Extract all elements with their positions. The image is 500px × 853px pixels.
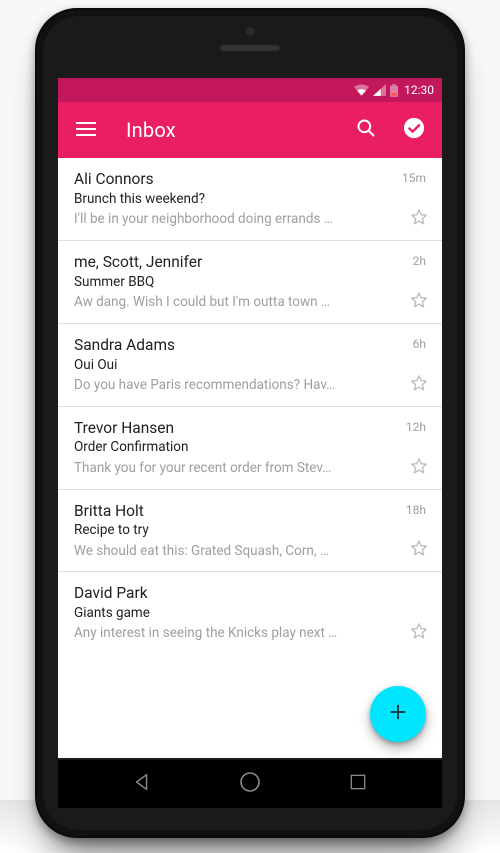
email-sender: Sandra Adams — [74, 337, 426, 355]
star-outline-icon — [409, 290, 429, 314]
star-outline-icon — [409, 621, 429, 645]
email-subject: Giants game — [74, 605, 426, 621]
system-nav-bar — [58, 760, 442, 808]
email-row[interactable]: David Park Giants game Any interest in see… — [58, 572, 442, 654]
email-preview: Do you have Paris recommendations? Hav… — [74, 377, 426, 394]
email-row[interactable]: Ali Connors Brunch this weekend? I'll be i… — [58, 158, 442, 241]
star-outline-icon — [409, 207, 429, 231]
email-sender: me, Scott, Jennifer — [74, 254, 426, 272]
phone-bezel: 12:30 Inbox — [43, 16, 457, 830]
email-preview: We should eat this: Grated Squash, Corn,… — [74, 543, 426, 560]
email-time: 6h — [413, 337, 426, 351]
star-button[interactable] — [408, 457, 430, 479]
nav-recent-button[interactable] — [344, 770, 372, 798]
wifi-icon — [354, 84, 369, 96]
email-preview: Aw dang. Wish I could but I'm outta town… — [74, 294, 426, 311]
star-outline-icon — [409, 538, 429, 562]
email-preview: Thank you for your recent order from Ste… — [74, 460, 426, 477]
star-outline-icon — [409, 373, 429, 397]
email-sender: David Park — [74, 585, 426, 603]
email-subject: Order Confirmation — [74, 439, 426, 455]
email-subject: Brunch this weekend? — [74, 191, 426, 207]
hamburger-icon — [76, 121, 96, 140]
email-time: 12h — [406, 420, 426, 434]
email-row[interactable]: Britta HoltRecipe to try We should eat th… — [58, 490, 442, 573]
email-preview: I'll be in your neighborhood doing erran… — [74, 211, 426, 228]
plus-icon — [387, 701, 409, 727]
star-outline-icon — [409, 456, 429, 480]
recent-square-icon — [348, 772, 368, 796]
proximity-sensor — [246, 27, 255, 36]
email-row[interactable]: Trevor HansenOrder Confirmation Thank you… — [58, 407, 442, 490]
cell-signal-icon — [373, 84, 386, 96]
email-sender: Britta Holt — [74, 503, 426, 521]
search-button[interactable] — [354, 118, 378, 142]
star-button[interactable] — [408, 374, 430, 396]
email-row[interactable]: Sandra Adams Oui Oui Do you have Paris rec… — [58, 324, 442, 407]
email-time: 15m — [402, 171, 426, 185]
email-row[interactable]: me, Scott, Jennifer Summer BBQ Aw dang. Wi… — [58, 241, 442, 324]
email-subject: Summer BBQ — [74, 274, 426, 290]
email-list: Ali Connors Brunch this weekend? I'll be i… — [58, 158, 442, 654]
select-all-button[interactable] — [402, 118, 426, 142]
email-preview: Any interest in seeing the Knicks play n… — [74, 625, 426, 642]
email-sender: Ali Connors — [74, 171, 426, 189]
status-bar: 12:30 — [58, 78, 442, 102]
status-clock: 12:30 — [404, 83, 434, 97]
page-title: Inbox — [126, 118, 326, 142]
star-button[interactable] — [408, 622, 430, 644]
nav-back-button[interactable] — [128, 770, 156, 798]
email-time: 2h — [413, 254, 426, 268]
check-circle-icon — [403, 117, 425, 143]
app-bar: Inbox — [58, 102, 442, 158]
menu-button[interactable] — [74, 118, 98, 142]
screen: 12:30 Inbox — [58, 78, 442, 758]
phone-speaker — [219, 44, 281, 52]
phone-frame: 12:30 Inbox — [35, 8, 465, 838]
email-time: 18h — [406, 503, 426, 517]
star-button[interactable] — [408, 539, 430, 561]
home-circle-icon — [238, 770, 262, 798]
email-subject: Recipe to try — [74, 522, 426, 538]
nav-home-button[interactable] — [236, 770, 264, 798]
star-button[interactable] — [408, 208, 430, 230]
search-icon — [356, 118, 376, 142]
back-triangle-icon — [131, 771, 153, 797]
battery-icon — [390, 84, 398, 97]
email-subject: Oui Oui — [74, 357, 426, 373]
star-button[interactable] — [408, 291, 430, 313]
compose-fab[interactable] — [370, 686, 426, 742]
email-sender: Trevor Hansen — [74, 420, 426, 438]
